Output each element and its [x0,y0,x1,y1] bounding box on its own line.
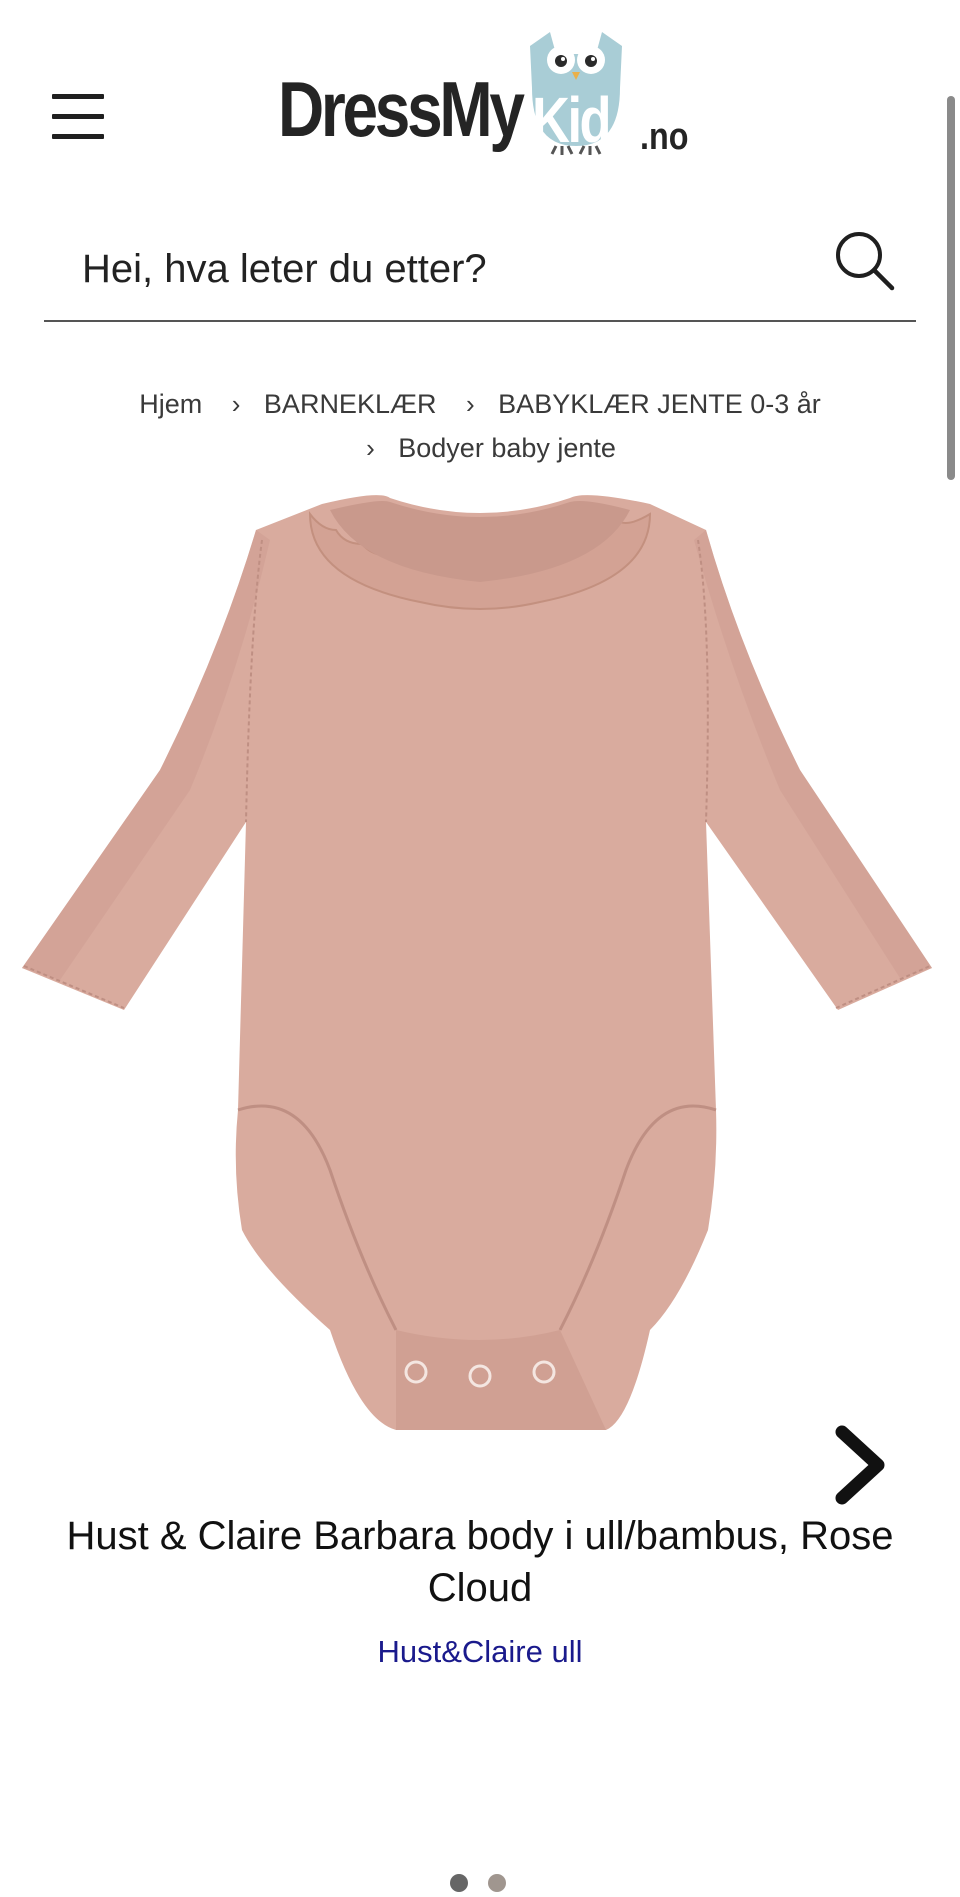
hamburger-menu-icon[interactable] [52,92,104,142]
breadcrumb: Hjem › BARNEKLÆR › BABYKLÆR JENTE 0-3 år… [0,382,960,470]
site-logo[interactable]: DressMy Kid .no [278,28,698,168]
logo-text-domain: .no [640,116,689,158]
search-button[interactable] [832,228,898,294]
product-image [22,495,932,1430]
breadcrumb-row: › Bodyer baby jente [0,426,960,470]
product-image-gallery[interactable] [0,470,960,1892]
gallery-next-button[interactable] [826,1420,896,1510]
logo-text-dressmy: DressMy [278,65,525,153]
product-title: Hust & Claire Barbara body i ull/bambus,… [66,1514,894,1610]
breadcrumb-item-babyklaer-jente[interactable]: BABYKLÆR JENTE 0-3 år [498,389,821,419]
chevron-right-icon: › [366,433,375,463]
menu-line [52,94,104,99]
brand-link[interactable]: Hust&Claire ull [0,1634,960,1670]
gallery-dot-1[interactable] [450,1874,468,1892]
breadcrumb-item-home[interactable]: Hjem [139,389,202,419]
menu-line [52,114,104,119]
breadcrumb-row: Hjem › BARNEKLÆR › BABYKLÆR JENTE 0-3 år [0,382,960,426]
search-bar [44,206,916,322]
search-input[interactable] [80,236,824,302]
breadcrumb-item-barneklaer[interactable]: BARNEKLÆR [264,389,437,419]
chevron-right-icon: › [231,389,241,419]
chevron-right-icon: › [465,389,475,419]
breadcrumb-item-bodyer-baby-jente[interactable]: Bodyer baby jente [398,433,616,463]
gallery-dot-2[interactable] [488,1874,507,1892]
menu-line [52,134,104,139]
chevron-right-icon [835,1425,885,1505]
site-header: DressMy Kid .no [0,0,960,190]
gallery-pagination [450,1874,522,1894]
logo-text-kid: Kid [532,84,612,156]
search-icon [836,232,895,291]
